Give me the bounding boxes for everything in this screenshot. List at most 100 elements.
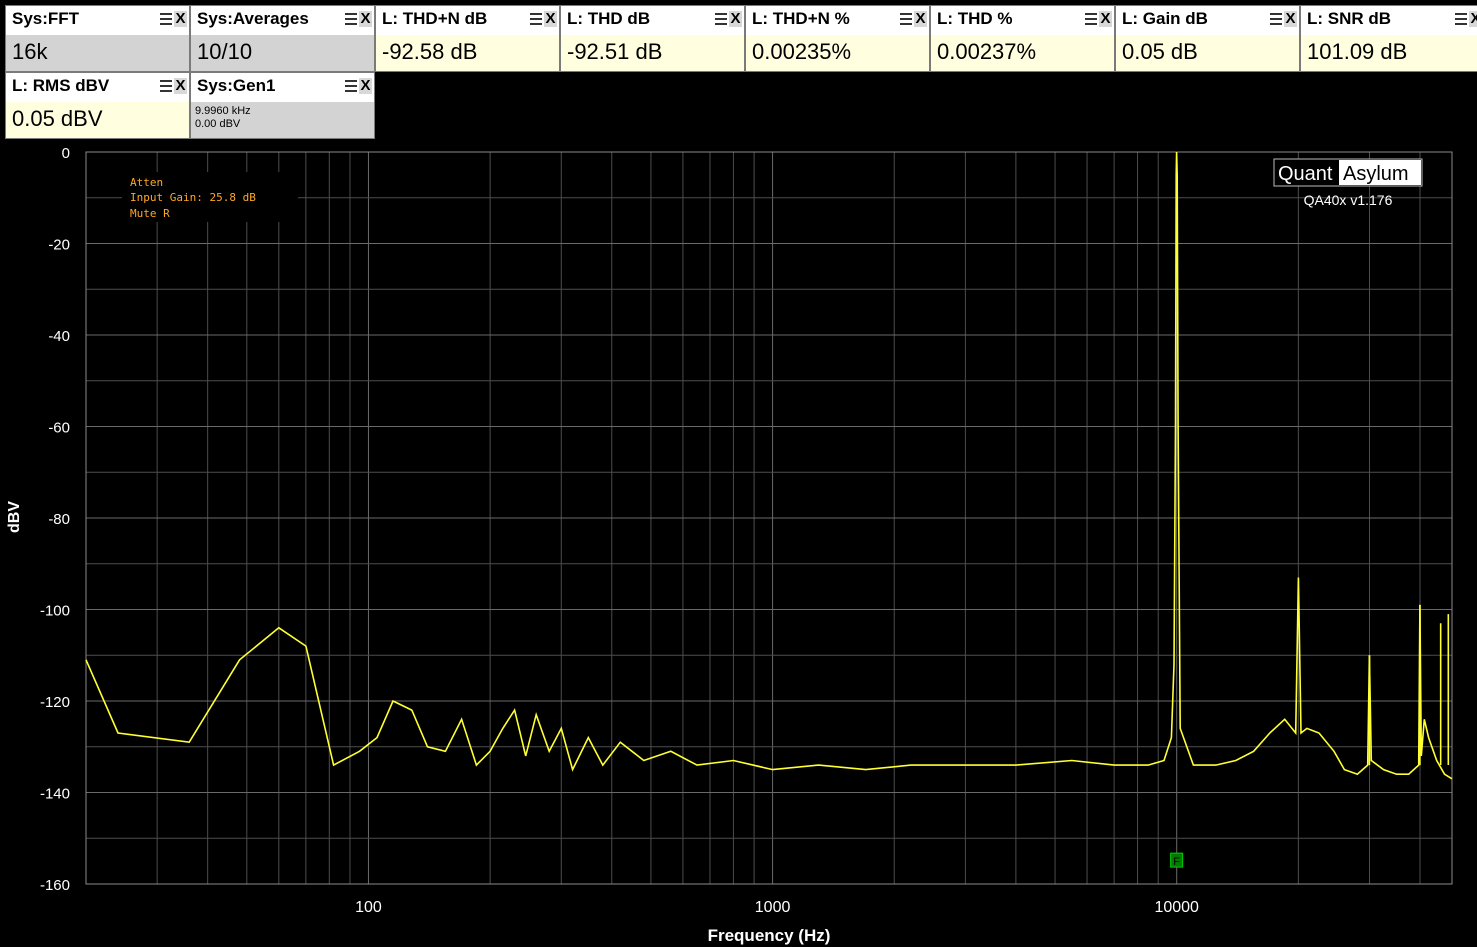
tile-header: Sys:Gen1 X [191,73,374,102]
close-icon[interactable]: X [1284,11,1297,27]
tile-header: L: RMS dBV X [6,73,189,102]
tile-title: L: THD dB [567,9,651,28]
x-tick-label: 10000 [1154,899,1199,916]
tile-title: L: THD+N dB [382,9,488,28]
brand-right: Asylum [1343,163,1409,185]
y-tick-label: 0 [62,145,70,162]
menu-icon[interactable] [345,80,357,93]
menu-icon[interactable] [345,13,357,26]
tile-header: L: THD+N % X [746,6,929,35]
annotation-line: Mute R [130,207,170,220]
y-axis-ticks: 0 -20 -40 -60 -80 -100 -120 -140 -160 [40,145,70,894]
menu-icon[interactable] [715,13,727,26]
close-icon[interactable]: X [914,11,927,27]
menu-icon[interactable] [160,80,172,93]
tile-value-area: 101.09 dB [1301,35,1477,71]
close-icon[interactable]: X [174,78,187,94]
tile-value: 0.00237% [937,39,1037,64]
tile-title: Sys:Averages [197,9,309,28]
close-icon[interactable]: X [1099,11,1112,27]
tile-value: 101.09 dB [1307,39,1408,64]
tile-header: L: Gain dB X [1116,6,1299,35]
measurement-tile[interactable]: L: THD % X 0.00237% [930,5,1115,72]
annotation-line: Input Gain: 25.8 dB [130,191,256,204]
brand-logo: Quant Asylum QA40x v1.176 [1273,158,1423,208]
close-icon[interactable]: X [359,78,372,94]
menu-icon[interactable] [530,13,542,26]
menu-icon[interactable] [1270,13,1282,26]
measurement-tile[interactable]: L: THD+N % X 0.00235% [745,5,930,72]
version-label: QA40x v1.176 [1304,192,1393,208]
chart-grid [85,151,1452,885]
close-icon[interactable]: X [729,11,742,27]
measurement-tile[interactable]: Sys:FFT X 16k [5,5,190,72]
measurement-tile[interactable]: Sys:Gen1 X 9.9960 kHz 0.00 dBV [190,72,375,139]
brand-left: Quant [1278,163,1333,185]
tile-title: Sys:Gen1 [197,76,276,95]
y-tick-label: -60 [48,420,70,437]
tile-title: L: Gain dB [1122,9,1208,28]
measurement-tile[interactable]: L: THD+N dB X -92.58 dB [375,5,560,72]
tile-value-area: 0.00237% [931,35,1114,71]
tile-header: L: THD dB X [561,6,744,35]
tile-title: L: SNR dB [1307,9,1392,28]
tile-value-line: 0.00 dBV [195,118,241,130]
measurement-tile[interactable]: L: Gain dB X 0.05 dB [1115,5,1300,72]
tile-value: -92.58 dB [382,39,478,64]
x-tick-label: 1000 [755,899,791,916]
tile-header: L: THD % X [931,6,1114,35]
tile-value-area: 0.05 dB [1116,35,1299,71]
y-tick-label: -100 [40,603,70,620]
measurement-tile[interactable]: L: THD dB X -92.51 dB [560,5,745,72]
tile-header: L: THD+N dB X [376,6,559,35]
tile-header: Sys:FFT X [6,6,189,35]
menu-icon[interactable] [1455,13,1467,26]
tile-value-area: 10/10 [191,35,374,71]
series-layer: F [85,151,1453,868]
y-tick-label: -40 [48,328,70,345]
x-axis-label: Frequency (Hz) [708,926,831,945]
y-tick-label: -80 [48,511,70,528]
tile-value-area: 0.05 dBV [6,102,189,138]
marker-label: F [1173,856,1180,868]
close-icon[interactable]: X [359,11,372,27]
close-icon[interactable]: X [174,11,187,27]
tile-value: -92.51 dB [567,39,663,64]
y-tick-label: -140 [40,786,70,803]
menu-icon[interactable] [900,13,912,26]
tile-value: 0.05 dBV [12,106,103,131]
tile-value-area: -92.58 dB [376,35,559,71]
tile-value: 10/10 [197,39,253,64]
tile-title: L: RMS dBV [12,76,110,95]
close-icon[interactable]: X [544,11,557,27]
menu-icon[interactable] [1085,13,1097,26]
tile-value: 9.9960 kHz 0.00 dBV [195,105,251,131]
tile-value-area: 9.9960 kHz 0.00 dBV [191,102,374,138]
tile-title: L: THD % [937,9,1013,28]
fft-chart[interactable]: 0 -20 -40 -60 -80 -100 -120 -140 -160 100 1000 100… [0,0,1477,947]
tile-value-area: 0.00235% [746,35,929,71]
tile-title: Sys:FFT [12,9,80,28]
x-tick-label: 100 [355,899,382,916]
y-tick-label: -120 [40,694,70,711]
annotation-box: Atten Input Gain: 25.8 dB Mute R [122,172,298,222]
measurement-tile[interactable]: L: SNR dB X 101.09 dB [1300,5,1477,72]
close-icon[interactable]: X [1469,11,1477,27]
measurement-tile[interactable]: Sys:Averages X 10/10 [190,5,375,72]
tile-header: L: SNR dB X [1301,6,1477,35]
tile-value: 16k [12,39,48,64]
tile-value: 0.00235% [752,39,852,64]
tile-value: 0.05 dB [1122,39,1198,64]
y-tick-label: -160 [40,877,70,894]
y-axis-label: dBV [6,501,23,533]
y-tick-label: -20 [48,237,70,254]
tile-value-line: 9.9960 kHz [195,105,251,117]
tile-header: Sys:Averages X [191,6,374,35]
measurement-tile[interactable]: L: RMS dBV X 0.05 dBV [5,72,190,139]
tile-value-area: 16k [6,35,189,71]
tile-value-area: -92.51 dB [561,35,744,71]
spectrum-line [85,151,1453,780]
menu-icon[interactable] [160,13,172,26]
annotation-line: Atten [130,176,163,189]
tile-title: L: THD+N % [752,9,850,28]
